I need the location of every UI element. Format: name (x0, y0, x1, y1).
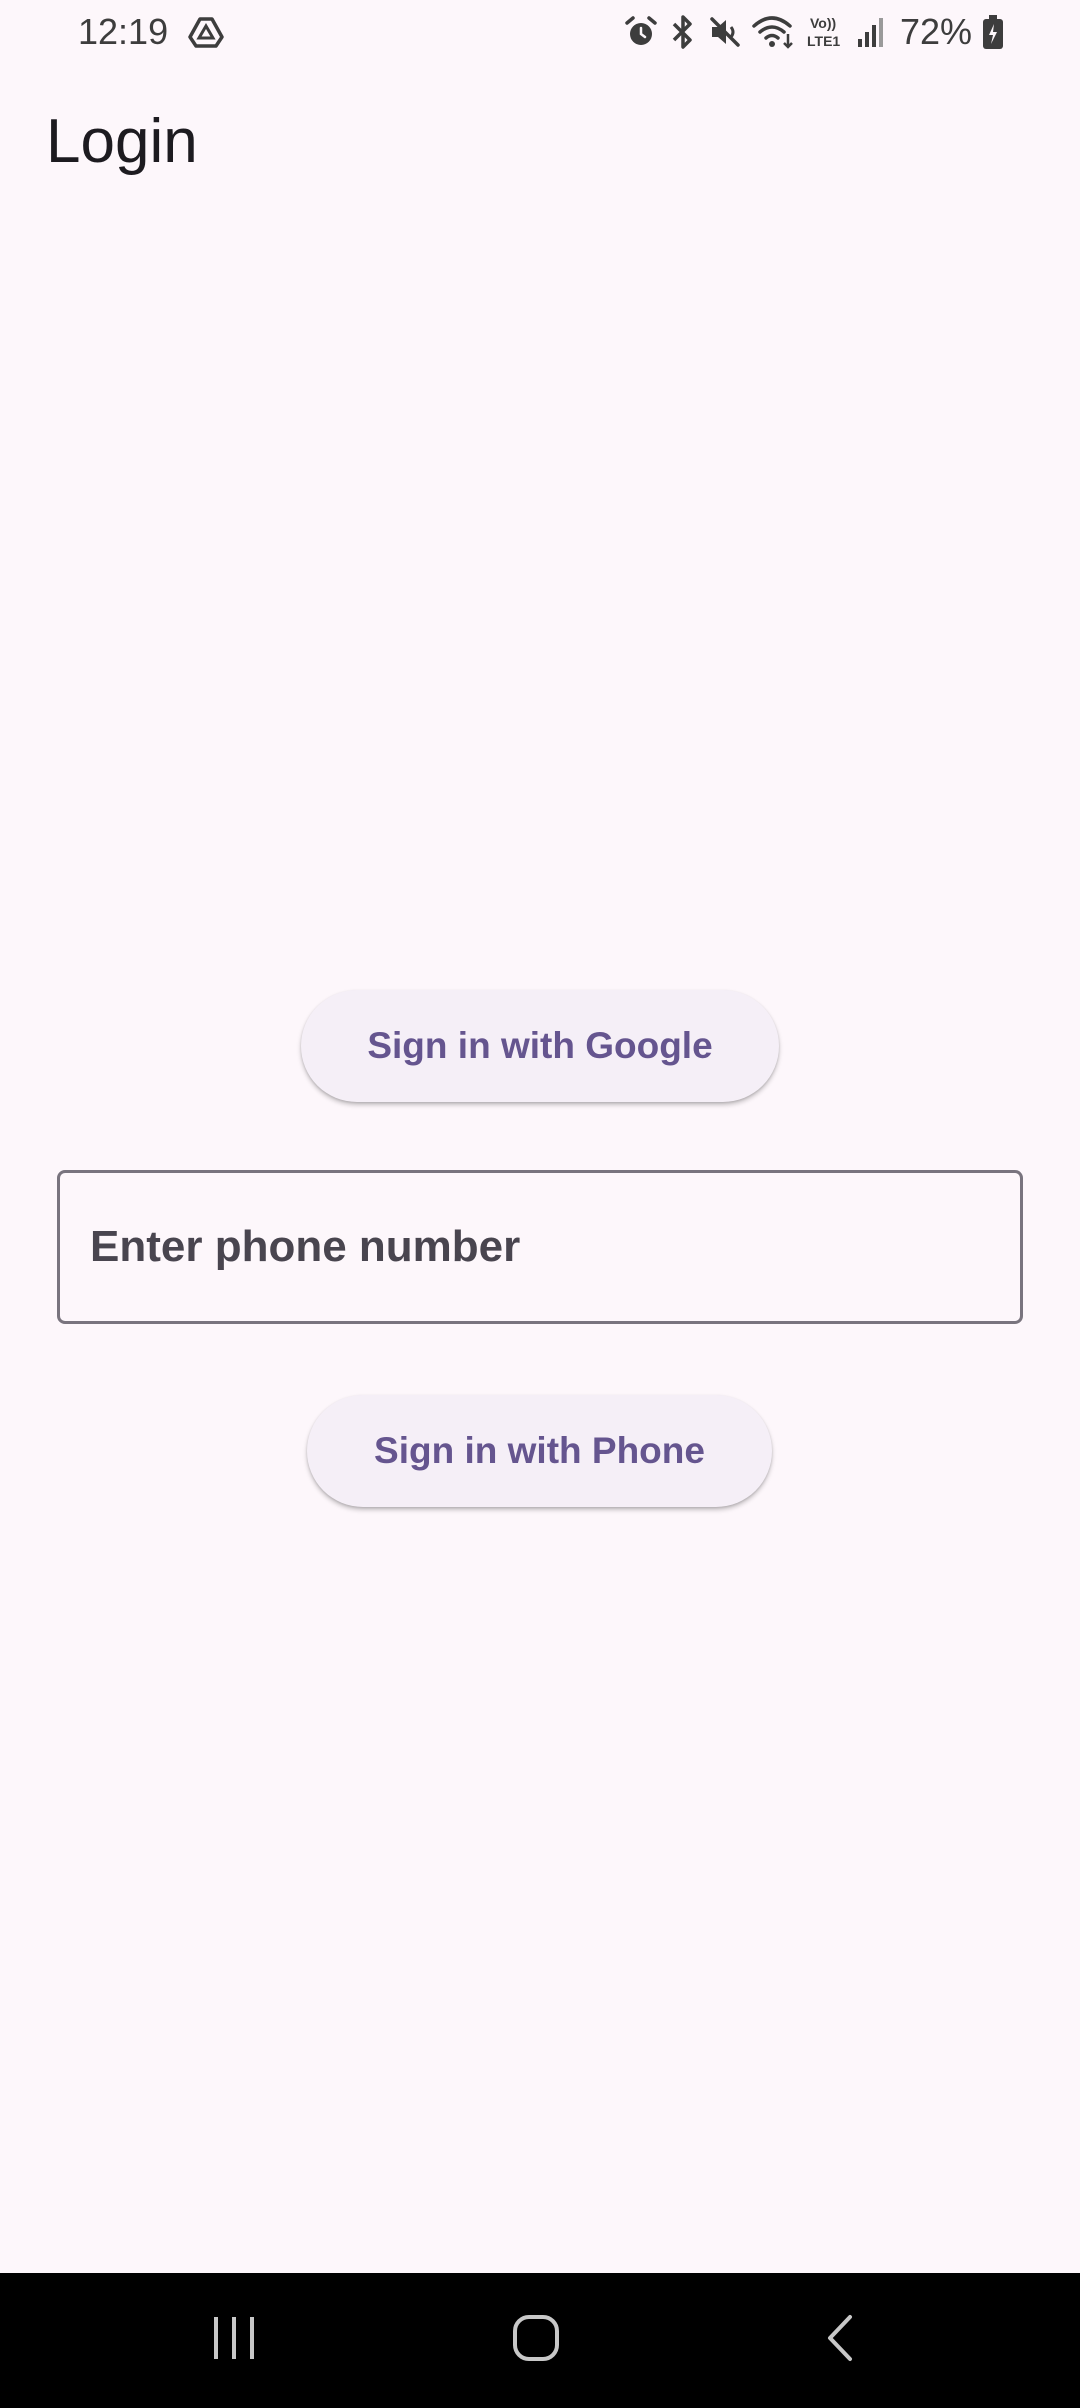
recents-icon (210, 2315, 258, 2366)
navigation-bar (0, 2273, 1080, 2408)
bluetooth-icon (668, 14, 698, 50)
sign-in-phone-label: Sign in with Phone (374, 1430, 705, 1471)
wifi-icon (752, 14, 796, 50)
svg-text:LTE1: LTE1 (807, 33, 840, 49)
phone-field[interactable] (57, 1170, 1023, 1324)
battery-icon (982, 14, 1004, 50)
login-screen: 12:19 Vo)) LTE1 72% Login Sign in with G… (0, 0, 1080, 2408)
sign-in-google-label: Sign in with Google (367, 1025, 713, 1066)
home-icon (511, 2313, 561, 2368)
battery-percent: 72% (899, 11, 972, 52)
svg-text:Vo)): Vo)) (810, 15, 836, 31)
status-icons: Vo)) LTE1 72% (624, 10, 1004, 54)
mute-icon (708, 15, 742, 49)
sign-in-phone-button[interactable]: Sign in with Phone (307, 1395, 772, 1507)
signal-icon (856, 15, 886, 49)
alarm-icon (624, 15, 658, 49)
page-title: Login (46, 107, 198, 176)
back-icon (824, 2313, 856, 2368)
status-time: 12:19 (78, 11, 169, 52)
home-button[interactable] (456, 2273, 616, 2408)
back-button[interactable] (760, 2273, 920, 2408)
drive-icon (188, 16, 224, 48)
phone-input[interactable] (90, 1173, 990, 1321)
volte-icon: Vo)) LTE1 (806, 13, 846, 51)
recents-button[interactable] (154, 2273, 314, 2408)
status-bar: 12:19 Vo)) LTE1 72% (0, 0, 1080, 64)
sign-in-google-button[interactable]: Sign in with Google (301, 990, 779, 1102)
